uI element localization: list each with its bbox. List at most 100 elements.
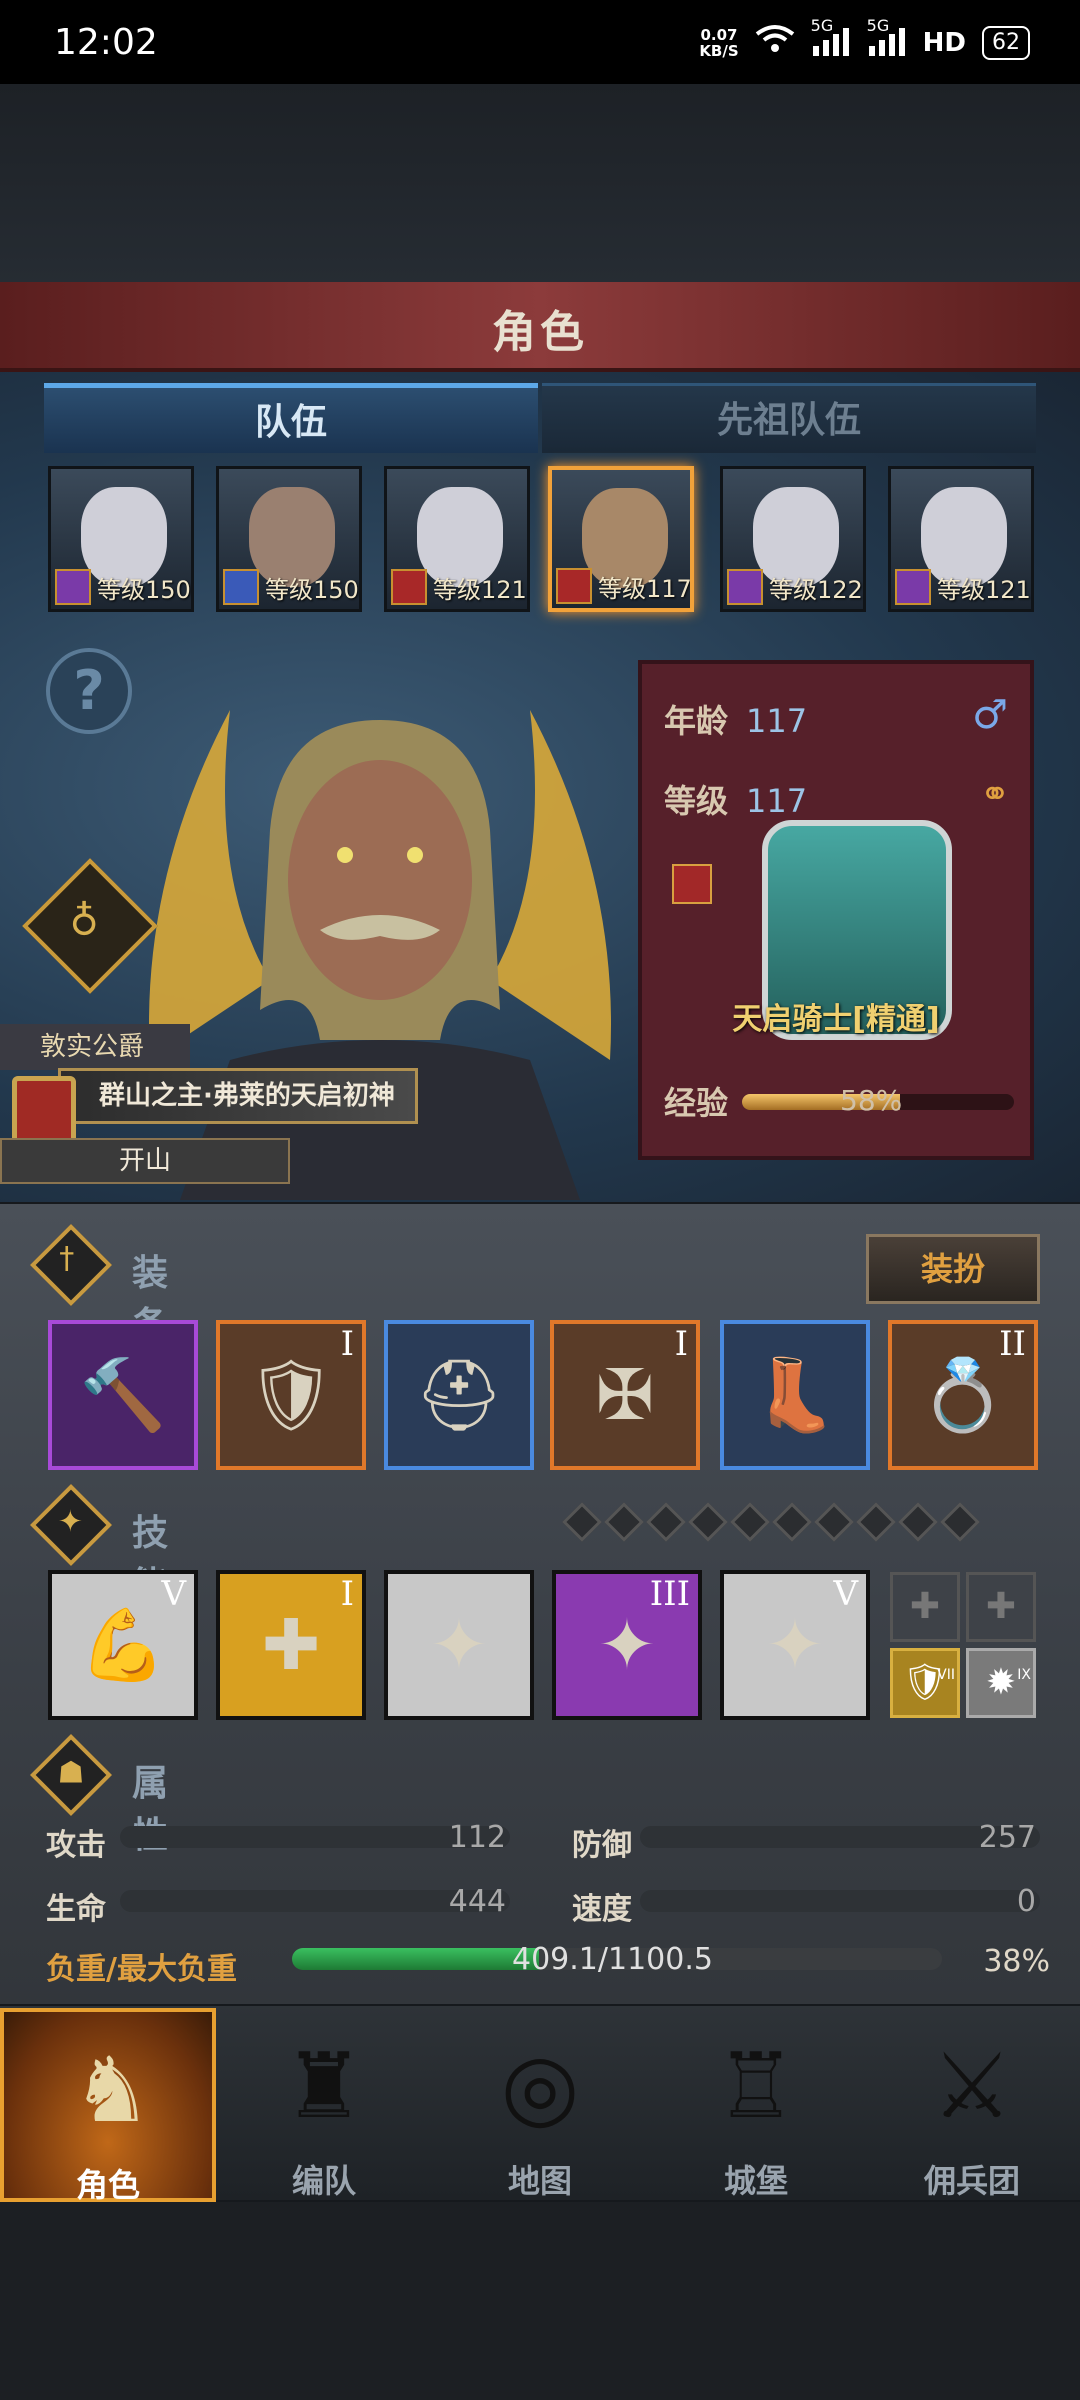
status-bar: 12:02 0.07 KB/S 5G 5G HD 62 [0,0,1080,84]
nav-label: 地图 [507,2162,572,2200]
equipment-slot-armor[interactable]: ✠ I [550,1320,700,1470]
skill-icon: ✚ [261,1604,321,1686]
boots-icon: 👢 [751,1354,839,1436]
tab-team[interactable]: 队伍 [44,383,538,453]
nav-character[interactable]: ♞ 角色 [0,2008,216,2204]
party-member-1[interactable]: 等级150 [48,466,194,612]
skill-icon: ✦ [429,1604,489,1686]
hero-subtitle: 开山 [0,1138,290,1184]
class-info-card: 年龄 117 ♂ 等级 117 ⚭ 天启骑士[精通] 经验 58% [638,660,1034,1160]
nav-label: 角色 [75,2166,140,2204]
status-icons: 0.07 KB/S 5G 5G HD 62 [699,16,1030,61]
age-row: 年龄 117 [664,696,807,742]
knight-icon: ♞ [71,2038,153,2143]
compass-icon: ◎ [500,2034,580,2139]
party-member-5[interactable]: 等级122 [720,466,866,612]
xp-percent: 58% [840,1084,903,1117]
empty-skill-slot[interactable]: ✚ [890,1572,960,1642]
skill-point [688,1502,728,1542]
skill-rank: V [833,1574,858,1614]
age-value: 117 [746,702,808,740]
skill-point [856,1502,896,1542]
skill-slot-3[interactable]: ✦ [384,1570,534,1720]
defense-label: 防御 [572,1828,632,1863]
party-member-level: 等级150 [97,576,191,604]
tab-ancestor-team[interactable]: 先祖队伍 [542,383,1036,453]
passive-skill-slot[interactable]: 🛡 VII [890,1648,960,1718]
party-member-4[interactable]: 等级117 [548,466,694,612]
equipment-slot-ring[interactable]: 💍 II [888,1320,1038,1470]
squad-icon: ♜ [283,2034,365,2139]
ring-icon: 💍 [919,1354,1007,1436]
party-member-6[interactable]: 等级121 [888,466,1034,612]
nav-mercenary[interactable]: ⚔ 佣兵团 [864,2008,1080,2202]
equipment-slot-mace[interactable]: 🔨 [48,1320,198,1470]
dress-up-button[interactable]: 装扮 [866,1234,1040,1304]
signal-icon-2: 5G [867,16,907,60]
party-member-2[interactable]: 等级150 [216,466,362,612]
load-label: 负重/最大负重 [46,1952,237,1987]
signal-label-2: 5G [866,15,890,35]
skill-point [604,1502,644,1542]
level-value: 117 [746,782,808,820]
equipment-slot-boots[interactable]: 👢 [720,1320,870,1470]
top-background [0,84,1080,284]
nav-label: 城堡 [723,2162,788,2200]
equipment-rank: I [674,1324,688,1364]
skill-point [940,1502,980,1542]
party-member-3[interactable]: 等级121 [384,466,530,612]
xp-label: 经验 [664,1084,729,1122]
net-speed-unit: KB/S [699,41,739,60]
party-member-level: 等级121 [433,576,527,604]
equipment-rank: II [999,1324,1026,1364]
nav-formation[interactable]: ♜ 编队 [216,2008,432,2202]
speed-value: 0 [1016,1884,1036,1919]
burst-skill-icon: ✹ [985,1662,1017,1703]
signal-label-1: 5G [810,15,834,35]
hero-title-badge: 敦实公爵 [0,1024,190,1070]
equipment-slot-helmet[interactable]: ⛑ [384,1320,534,1470]
party-member-level: 等级117 [598,575,692,603]
class-name: 天启骑士[精通] [732,1002,940,1037]
skill-point [772,1502,812,1542]
shield-icon: 🛡 [246,1354,336,1436]
skill-point [814,1502,854,1542]
life-value: 444 [448,1884,506,1919]
hd-icon: HD [922,27,966,58]
defense-value: 257 [978,1820,1036,1855]
age-label: 年龄 [664,702,729,740]
skill-rank: V [161,1574,186,1614]
party-member-level: 等级121 [937,576,1031,604]
equipment-slot-shield[interactable]: 🛡 I [216,1320,366,1470]
skill-rank: IX [1017,1667,1031,1683]
male-icon: ♂ [972,692,1008,738]
hero-name-banner: 群山之主·弗莱的天启初神 [58,1068,418,1124]
question-icon: ? [73,659,105,722]
passive-skill-slot[interactable]: ✹ IX [966,1648,1036,1718]
nav-label: 佣兵团 [923,2162,1020,2200]
skill-slot-1[interactable]: 💪 V [48,1570,198,1720]
horse-class-icon [672,864,712,904]
castle-icon: ♖ [715,2034,797,2139]
skill-slot-2[interactable]: ✚ I [216,1570,366,1720]
load-value: 409.1/1100.5 [512,1942,713,1977]
party-member-level: 等级150 [265,576,359,604]
page-title: 角色 [492,307,588,358]
life-label: 生命 [46,1892,106,1927]
nav-label: 编队 [291,2162,356,2200]
title-bar: 角色 [0,282,1080,372]
party-member-level: 等级122 [769,576,863,604]
skill-icon: ✦ [765,1604,825,1686]
load-percent: 38% [983,1944,1050,1979]
nav-castle[interactable]: ♖ 城堡 [648,2008,864,2202]
empty-skill-slot[interactable]: ✚ [966,1572,1036,1642]
skill-point [646,1502,686,1542]
mace-icon: 🔨 [79,1354,167,1436]
nav-map[interactable]: ◎ 地图 [432,2008,648,2202]
skill-slot-5[interactable]: ✦ V [720,1570,870,1720]
equipment-rank: I [340,1324,354,1364]
skill-rank: I [340,1574,354,1614]
battery-icon: 62 [982,25,1030,60]
skill-slot-4[interactable]: ✦ III [552,1570,702,1720]
wifi-icon [755,24,795,61]
